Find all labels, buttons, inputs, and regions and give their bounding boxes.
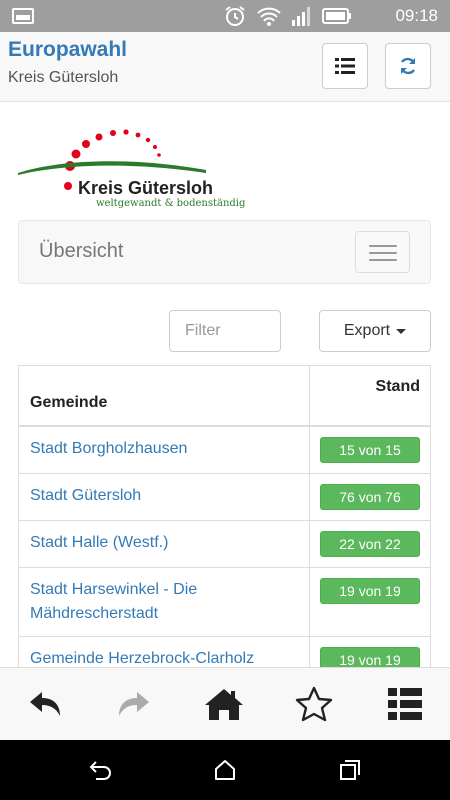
back-button[interactable] — [25, 686, 65, 722]
list-view-button[interactable] — [322, 43, 368, 89]
navbar-toggle-button[interactable] — [355, 231, 410, 273]
android-back-button[interactable] — [87, 757, 113, 783]
table-row: Stadt Borgholzhausen 15 von 15 — [19, 425, 430, 473]
battery-icon — [322, 8, 351, 24]
forward-arrow-icon — [119, 692, 149, 716]
hamburger-bar — [369, 259, 397, 261]
stand-cell: 22 von 22 — [308, 519, 430, 567]
results-table: Gemeinde Stand Stadt Borgholzhausen 15 v… — [18, 365, 431, 667]
navbar-title[interactable]: Übersicht — [39, 240, 123, 263]
table-row: Gemeinde Herzebrock-Clarholz 19 von 19 — [19, 635, 430, 667]
clock: 09:18 — [395, 6, 438, 25]
status-badge: 15 von 15 — [320, 436, 420, 463]
app-subtitle: Kreis Gütersloh — [8, 69, 119, 86]
municipality-link[interactable]: Stadt Gütersloh — [19, 472, 309, 520]
hamburger-icon — [369, 245, 397, 247]
refresh-icon — [400, 57, 416, 75]
recents-icon — [340, 760, 360, 780]
status-badge: 19 von 19 — [320, 646, 420, 667]
android-nav-bar — [0, 740, 450, 800]
stand-cell: 15 von 15 — [308, 425, 430, 473]
image-icon — [12, 8, 34, 24]
municipality-link[interactable]: Stadt Harsewinkel - Die Mähdrescherstadt — [19, 566, 309, 636]
list-icon — [335, 58, 355, 74]
logo-tagline: weltgewandt & bodenständig — [96, 198, 246, 209]
stand-cell: 76 von 76 — [308, 472, 430, 520]
bottom-toolbar — [0, 667, 450, 740]
status-badge: 76 von 76 — [320, 483, 420, 510]
status-badge: 19 von 19 — [320, 577, 420, 604]
status-bar: 09:18 — [0, 0, 450, 32]
filter-input[interactable] — [169, 310, 281, 352]
caret-down-icon — [396, 328, 407, 334]
list-icon — [388, 688, 422, 720]
header-stand[interactable]: Stand — [308, 365, 430, 427]
stand-cell: 19 von 19 — [308, 566, 430, 636]
star-icon — [295, 686, 333, 722]
list-button[interactable] — [385, 686, 425, 722]
home-button[interactable] — [204, 686, 244, 722]
back-arrow-icon — [30, 692, 60, 716]
forward-button[interactable] — [114, 686, 154, 722]
favorite-button[interactable] — [294, 686, 334, 722]
municipality-link[interactable]: Stadt Borgholzhausen — [19, 425, 309, 473]
export-button[interactable]: Export — [319, 310, 431, 352]
home-icon — [215, 760, 235, 780]
alarm-icon — [225, 6, 245, 26]
android-recents-button[interactable] — [337, 757, 363, 783]
status-badge: 22 von 22 — [320, 530, 420, 557]
back-icon — [89, 761, 111, 780]
municipality-link[interactable]: Stadt Halle (Westf.) — [19, 519, 309, 567]
home-icon — [205, 689, 243, 720]
stand-cell: 19 von 19 — [308, 635, 430, 667]
table-row: Stadt Harsewinkel - Die Mähdrescherstadt… — [19, 566, 430, 636]
logo: Kreis Gütersloh weltgewandt & bodenständ… — [18, 128, 245, 210]
signal-icon — [292, 7, 310, 26]
table-row: Stadt Halle (Westf.) 22 von 22 — [19, 519, 430, 567]
refresh-button[interactable] — [385, 43, 431, 89]
android-home-button[interactable] — [212, 757, 238, 783]
app-header: Europawahl Kreis Gütersloh — [0, 32, 450, 102]
municipality-link[interactable]: Gemeinde Herzebrock-Clarholz — [19, 635, 309, 667]
hamburger-bar — [369, 252, 397, 254]
export-label: Export — [343, 322, 391, 339]
logo-name: Kreis Gütersloh — [78, 178, 214, 198]
wifi-icon — [257, 7, 281, 26]
app-title: Europawahl — [8, 38, 128, 61]
header-gemeinde[interactable]: Gemeinde — [19, 365, 309, 427]
table-row: Stadt Gütersloh 76 von 76 — [19, 472, 430, 520]
overview-navbar: Übersicht — [18, 220, 431, 284]
table-header-row: Gemeinde Stand — [19, 365, 430, 427]
